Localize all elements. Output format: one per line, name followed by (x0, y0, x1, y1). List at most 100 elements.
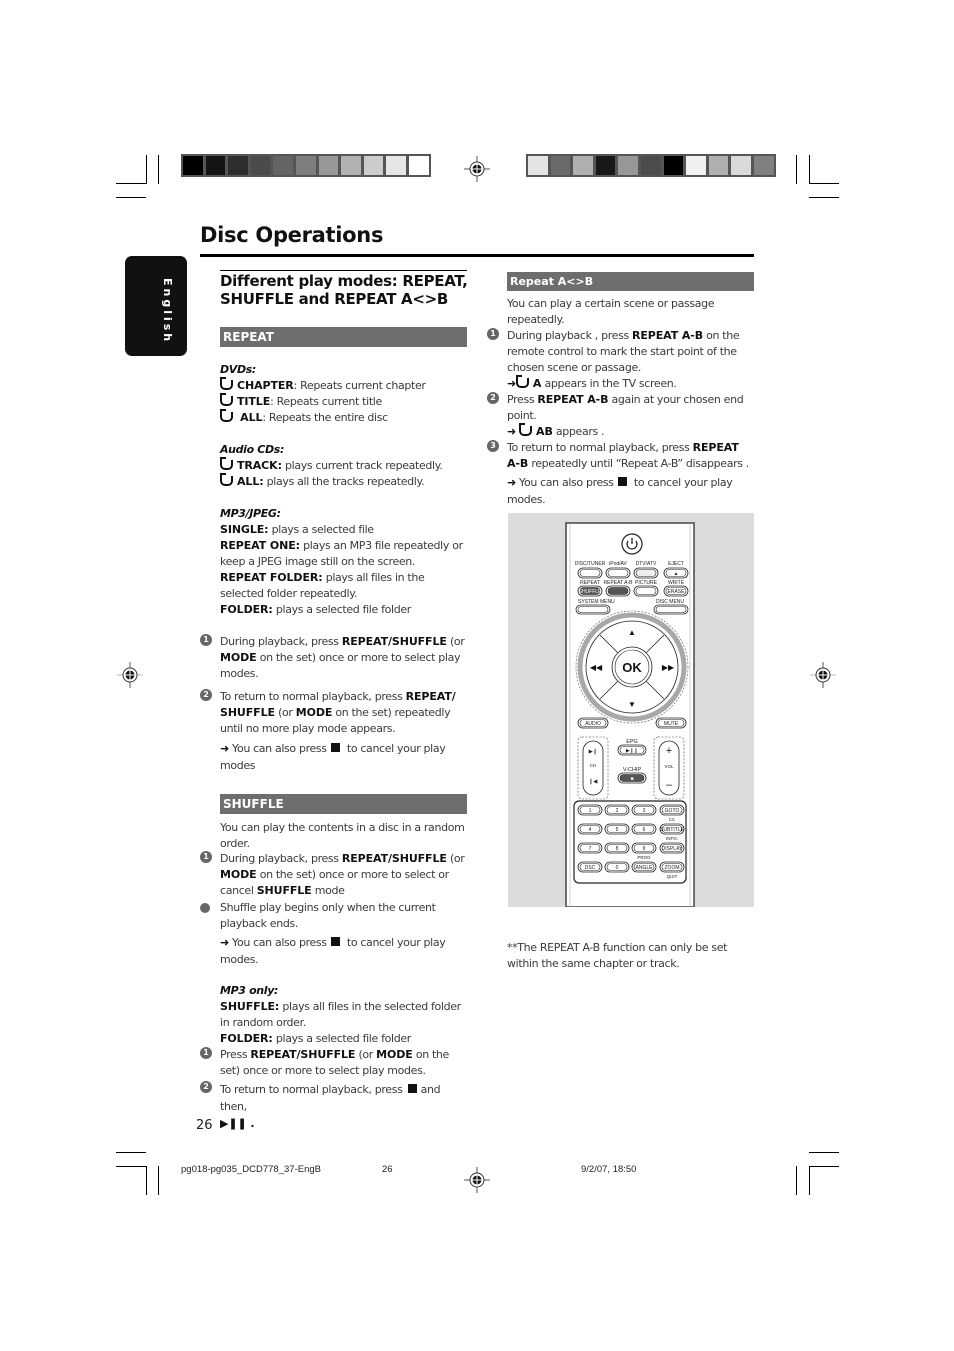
remote-key-6: 6 (631, 823, 657, 835)
registration-mark-icon (810, 662, 836, 688)
repeat-mp3: MP3/JPEG: SINGLE: plays a selected file … (220, 506, 470, 618)
remote-label: VOL (664, 764, 674, 769)
svg-text:7: 7 (589, 846, 592, 852)
svg-text:ZOOM: ZOOM (665, 865, 680, 871)
remote-button-mute: MUTE (655, 717, 687, 729)
grayscale-bar-left (181, 154, 431, 177)
remote-key-subtitle: SUBTITLE (659, 823, 685, 835)
title-divider (200, 254, 754, 257)
mp3-mode-item: REPEAT FOLDER: plays all files in the se… (220, 571, 425, 600)
repeat-step-2: To return to normal playback, press REPE… (220, 690, 456, 735)
footer-date: 9/2/07, 18:50 (581, 1164, 637, 1175)
stop-icon (407, 1084, 417, 1093)
remote-label: REPEAT A-B (604, 580, 634, 586)
stop-icon (330, 743, 340, 752)
remote-label: PROG (637, 855, 651, 860)
fast-forward-icon: ▶▶ (662, 663, 675, 672)
remote-key-9: 9 (631, 842, 657, 854)
remote-key-7: 7 (577, 842, 603, 854)
mp3-only-label: MP3 only: (220, 984, 279, 997)
registration-mark-icon (464, 156, 490, 182)
repeat-ab-note: ➜ You can also press to cancel your play… (507, 476, 733, 506)
remote-label: iPod/AV (609, 561, 627, 567)
repeat-ab-step-3: To return to normal playback, press REPE… (507, 441, 749, 470)
remote-button-play-pause: ▶❙❙ (617, 744, 647, 756)
svg-text:1: 1 (589, 808, 592, 814)
down-arrow-icon: ▼ (628, 700, 636, 709)
mp3-mode-item: REPEAT ONE: plays an MP3 file repeatedly… (220, 539, 463, 568)
shuffle-note: ➜ You can also press to cancel your play… (220, 936, 446, 966)
remote-label: DISC/TUNER (575, 561, 606, 567)
remote-button-stop: ■ (617, 772, 647, 784)
next-icon: ▶❙ (589, 748, 598, 755)
svg-text:SUBTITLE: SUBTITLE (660, 827, 685, 833)
remote-key-1: 1 (577, 804, 603, 816)
remote-button-ipod-av (605, 567, 631, 579)
svg-text:DSC: DSC (585, 865, 596, 871)
footer-page: 26 (382, 1164, 393, 1175)
svg-text:3: 3 (643, 808, 646, 814)
stop-icon (617, 477, 627, 486)
remote-button-disc-menu (653, 604, 689, 615)
svg-text:ANGLE: ANGLE (636, 865, 654, 871)
registration-mark-icon (117, 662, 143, 688)
remote-button-picture (633, 585, 659, 597)
svg-text:▲: ▲ (674, 571, 679, 577)
mp3-mode-item: FOLDER: plays a selected file folder (220, 603, 411, 616)
shuffle-mp3-step-2: To return to normal playback, press and … (220, 1083, 441, 1130)
svg-text:5: 5 (616, 827, 619, 833)
repeat-step-1: During playback, press REPEAT/SHUFFLE (o… (220, 635, 465, 680)
arrow-icon: ➜ (220, 936, 229, 949)
section-heading-line1: Different play modes: REPEAT, (220, 272, 468, 290)
step-number-icon: 1 (200, 1047, 212, 1059)
volume-up-icon: + (666, 745, 672, 757)
remote-button-disc-tuner (577, 567, 603, 579)
step-number-icon: 2 (200, 689, 212, 701)
grayscale-bar-right (526, 154, 776, 177)
svg-text:0: 0 (616, 865, 619, 871)
play-pause-icon: ▶❚❚ . (220, 1117, 255, 1130)
remote-label: SYSTEM MENU (578, 599, 615, 605)
step-number-icon: 2 (487, 392, 499, 404)
stop-icon (330, 937, 340, 946)
repeat-icon (220, 409, 233, 422)
remote-label: DISC MENU (656, 599, 684, 605)
remote-button-repeat-a-b (605, 585, 631, 597)
remote-label: CC (669, 817, 676, 822)
remote-key-zoom: ZOOM (659, 861, 685, 873)
repeat-band: REPEAT (220, 327, 467, 347)
registration-mark-icon (464, 1167, 490, 1193)
repeat-note: ➜ You can also press to cancel your play… (220, 742, 446, 772)
language-tab: English (125, 256, 187, 356)
section-heading: Different play modes: REPEAT, SHUFFLE an… (220, 272, 470, 308)
repeat-icon (220, 377, 233, 390)
repeat-ab-step-2-result: ➜ AB appears . (507, 423, 605, 438)
shuffle-bullet: Shuffle play begins only when the curren… (220, 901, 436, 930)
repeat-ab-intro: You can play a certain scene or passage … (507, 297, 715, 326)
bullet-icon (200, 903, 210, 913)
shuffle-mp3: MP3 only: SHUFFLE: plays all files in th… (220, 983, 470, 1047)
language-tab-label: English (161, 278, 174, 345)
dvds-label: DVDs: (220, 363, 256, 376)
remote-button-dtv-atv (633, 567, 659, 579)
remote-button-audio: AUDIO (577, 717, 609, 729)
mp3-label: MP3/JPEG: (220, 507, 281, 520)
step-number-icon: 1 (200, 851, 212, 863)
power-button-icon (621, 533, 643, 555)
svg-text:▶❙❙: ▶❙❙ (626, 748, 638, 754)
dvd-mode-item: CHAPTER: Repeats current chapter (220, 377, 470, 394)
remote-button-repeat: SHUFFLE (577, 585, 603, 597)
svg-text:GOTO: GOTO (665, 808, 680, 814)
volume-down-icon: – (666, 779, 673, 791)
shuffle-mp3-step-1: Press REPEAT/SHUFFLE (or MODE on the set… (220, 1048, 449, 1077)
remote-key-4: 4 (577, 823, 603, 835)
remote-label: REPEAT (580, 580, 600, 586)
footer-filename: pg018-pg035_DCD778_37-EngB (181, 1164, 321, 1175)
remote-control: DISC/TUNER iPod/AV DTV/ATV EJECT ▲ REPEAT SHUF… (565, 522, 695, 907)
dvd-mode-item: TITLE: Repeats current title (220, 393, 470, 410)
svg-text:8: 8 (616, 846, 619, 852)
shuffle-band: SHUFFLE (220, 794, 467, 814)
shuffle-intro: You can play the contents in a disc in a… (220, 821, 465, 850)
svg-text:DISPLAY: DISPLAY (662, 846, 683, 852)
repeat-dvds: DVDs: CHAPTER: Repeats current chapter T… (220, 362, 470, 426)
